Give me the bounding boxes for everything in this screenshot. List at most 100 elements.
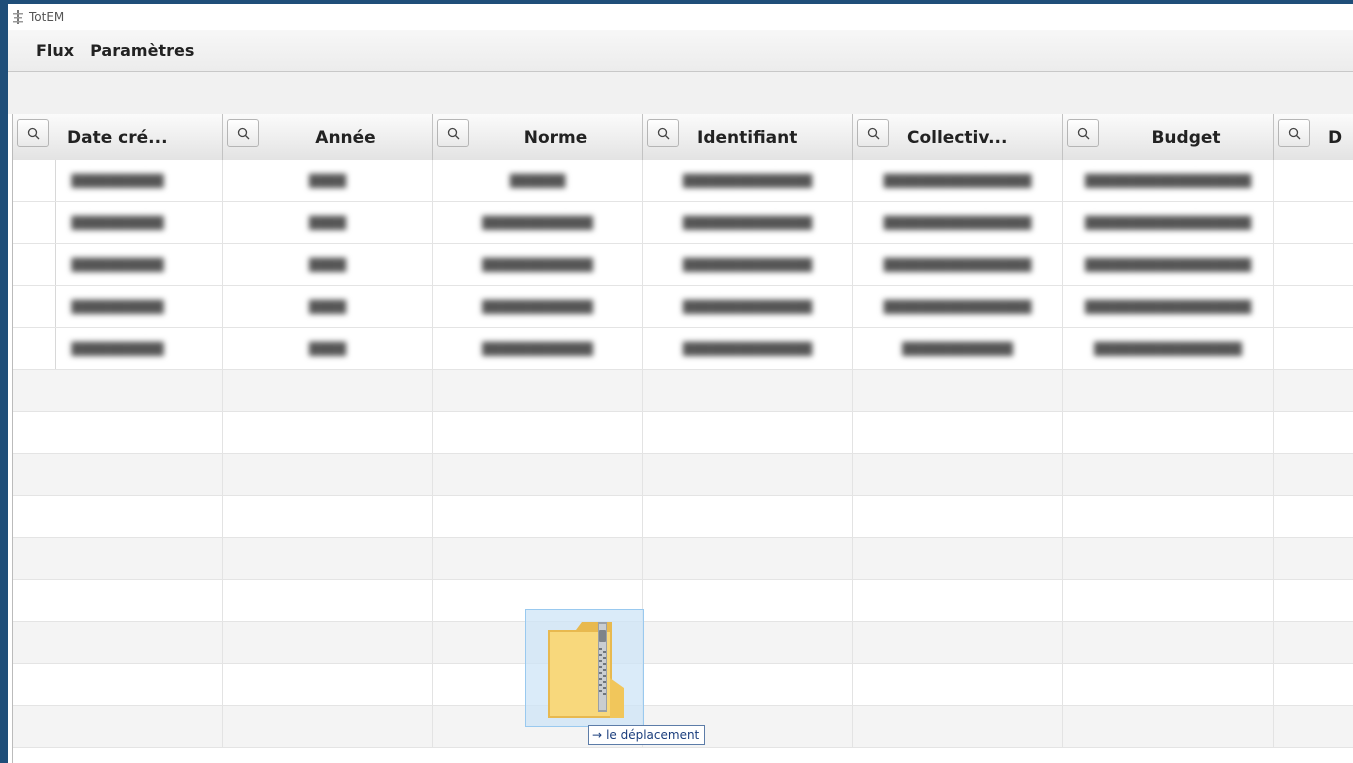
row-selector[interactable] — [13, 286, 56, 327]
search-icon — [1077, 127, 1089, 139]
table-cell — [853, 496, 1063, 537]
table-row[interactable]: ████████████████████████████████████████… — [13, 160, 1353, 202]
table-cell — [13, 496, 223, 537]
redacted-value: ████ — [309, 257, 346, 272]
table-cell — [13, 370, 223, 411]
table-cell — [13, 454, 223, 495]
column-search-button[interactable] — [17, 119, 49, 147]
table-cell — [853, 580, 1063, 621]
row-selector[interactable] — [13, 328, 56, 369]
table-cell — [1274, 496, 1353, 537]
table-cell: ████████████ — [433, 286, 643, 327]
search-icon — [27, 127, 39, 139]
table-cell — [853, 538, 1063, 579]
column-header[interactable]: Collectiv... — [853, 114, 1063, 160]
table-cell — [1063, 622, 1274, 663]
redacted-value: ████████████████ — [883, 173, 1032, 188]
table-cell — [853, 412, 1063, 453]
table-cell — [643, 538, 853, 579]
redacted-value: ██████████ — [71, 299, 164, 314]
table-cell — [1063, 580, 1274, 621]
column-search-button[interactable] — [647, 119, 679, 147]
title-bar: TotEM — [8, 4, 1353, 30]
column-header-label: Budget — [1151, 128, 1221, 148]
table-cell — [13, 412, 223, 453]
redacted-value: ████████████ — [482, 341, 593, 356]
row-selector[interactable] — [13, 160, 56, 201]
column-search-button[interactable] — [857, 119, 889, 147]
empty-row — [13, 538, 1353, 580]
table-cell: ████████████ — [853, 328, 1063, 369]
row-selector[interactable] — [13, 244, 56, 285]
table-cell: ████████████████ — [853, 286, 1063, 327]
column-search-button[interactable] — [1067, 119, 1099, 147]
column-header[interactable]: Budget — [1063, 114, 1274, 160]
app-logo-icon — [13, 10, 23, 24]
table-cell: ████████████ — [433, 202, 643, 243]
table-cell — [1063, 496, 1274, 537]
table-cell — [643, 664, 853, 705]
column-search-button[interactable] — [1278, 119, 1310, 147]
table-cell — [223, 454, 433, 495]
column-header-label: D — [1328, 128, 1343, 148]
search-icon — [447, 127, 459, 139]
column-header[interactable]: Identifiant — [643, 114, 853, 160]
table-row[interactable]: ████████████████████████████████████████… — [13, 286, 1353, 328]
table-cell — [433, 496, 643, 537]
redacted-value: ██████ — [509, 173, 566, 188]
redacted-value: ████████████ — [482, 257, 593, 272]
table-cell — [853, 664, 1063, 705]
redacted-value: ██████████████ — [682, 299, 813, 314]
table-cell — [1063, 706, 1274, 747]
column-search-button[interactable] — [437, 119, 469, 147]
drag-tooltip: → le déplacement — [588, 725, 706, 745]
table-cell — [1063, 454, 1274, 495]
table-cell — [223, 664, 433, 705]
table-cell: ██████ — [433, 160, 643, 201]
table-row[interactable]: ████████████████████████████████████████… — [13, 202, 1353, 244]
row-selector[interactable] — [13, 202, 56, 243]
table-cell — [433, 454, 643, 495]
table-cell — [1274, 664, 1353, 705]
table-row[interactable]: ████████████████████████████████████████… — [13, 328, 1353, 370]
data-table: Date cré... Année Norme Identifiant Collecti… — [12, 114, 1353, 763]
redacted-value: ██████████████████ — [1084, 299, 1252, 314]
table-cell — [13, 664, 223, 705]
table-cell — [1274, 538, 1353, 579]
table-cell: ██████████████████ — [1063, 244, 1274, 285]
redacted-value: ████████████ — [482, 299, 593, 314]
drag-ghost — [525, 609, 644, 727]
table-cell — [13, 580, 223, 621]
table-cell — [433, 538, 643, 579]
redacted-value: ████ — [309, 215, 346, 230]
table-cell — [13, 538, 223, 579]
column-header[interactable]: Année — [223, 114, 433, 160]
redacted-value: ██████████ — [71, 215, 164, 230]
table-cell: ████ — [223, 286, 433, 327]
table-cell — [1274, 202, 1353, 243]
redacted-value: ██████████████ — [682, 257, 813, 272]
column-header[interactable]: Norme — [433, 114, 643, 160]
column-search-button[interactable] — [227, 119, 259, 147]
menu-flux[interactable]: Flux — [28, 30, 82, 71]
table-cell — [223, 412, 433, 453]
table-cell: ██████████████ — [643, 286, 853, 327]
redacted-value: ██████████████ — [682, 215, 813, 230]
table-cell — [1063, 370, 1274, 411]
table-cell — [223, 496, 433, 537]
zip-folder-icon — [548, 622, 624, 718]
table-cell — [433, 412, 643, 453]
table-header: Date cré... Année Norme Identifiant Collecti… — [13, 114, 1353, 161]
table-cell — [1274, 412, 1353, 453]
column-header[interactable]: D — [1274, 114, 1353, 160]
column-header[interactable]: Date cré... — [13, 114, 223, 160]
redacted-value: ██████████████ — [682, 341, 813, 356]
table-row[interactable]: ████████████████████████████████████████… — [13, 244, 1353, 286]
redacted-value: ████████████████ — [883, 215, 1032, 230]
table-cell — [223, 538, 433, 579]
menu-parametres[interactable]: Paramètres — [82, 30, 202, 71]
redacted-value: ████████████████ — [883, 299, 1032, 314]
window-title: TotEM — [29, 10, 65, 24]
redacted-value: ████████████████ — [1094, 341, 1242, 356]
table-cell — [1274, 370, 1353, 411]
